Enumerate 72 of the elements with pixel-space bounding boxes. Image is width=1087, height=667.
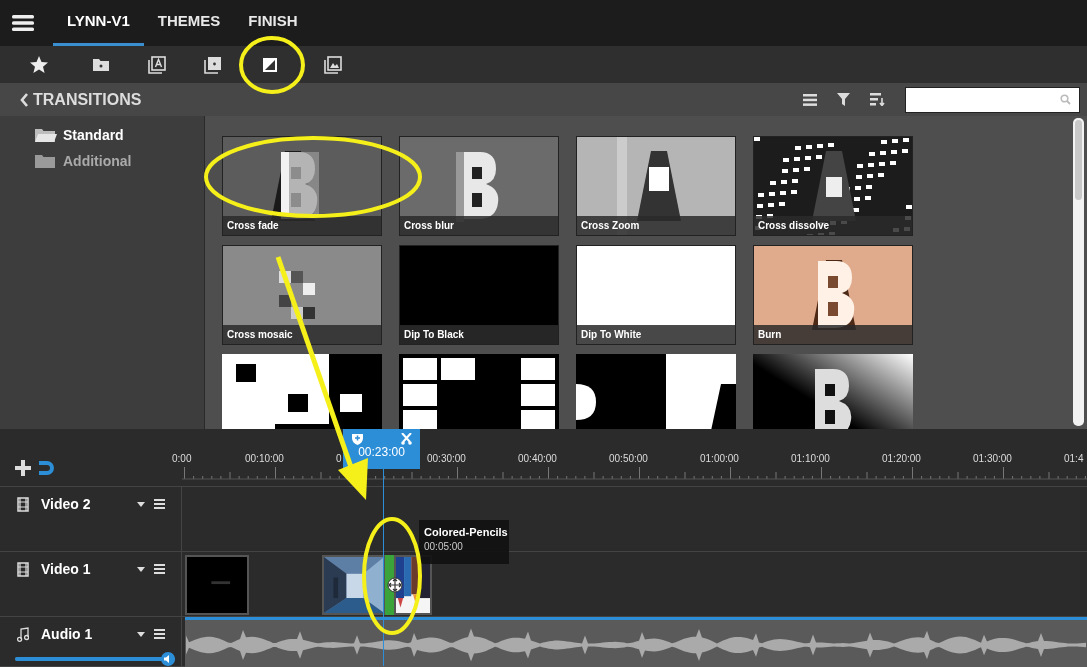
back-chevron-icon[interactable] (20, 92, 29, 107)
tab[interactable]: THEMES (143, 0, 235, 46)
menu-icon[interactable] (154, 564, 165, 574)
track-name: Video 2 (41, 494, 91, 514)
tile-label: Cross dissolve (754, 216, 912, 235)
video-clip[interactable] (322, 555, 386, 615)
volume-slider[interactable] (15, 652, 175, 666)
time-label: 00:10:00 (245, 452, 284, 466)
time-label: 01:00:00 (700, 452, 739, 466)
music-note-icon (17, 626, 29, 642)
section-title: TRANSITIONS (33, 89, 142, 110)
shield-icon[interactable] (351, 433, 363, 445)
transition-tile[interactable]: Cross mosaic (222, 245, 382, 345)
open-folder-icon (35, 127, 57, 143)
highlight-ring (239, 36, 305, 94)
folder-item[interactable]: Additional (35, 151, 204, 171)
tile-label: Cross mosaic (223, 325, 381, 344)
scrollbar-thumb[interactable] (1075, 120, 1082, 200)
tile-label: Cross Zoom (577, 216, 735, 235)
caret-icon[interactable] (137, 631, 145, 637)
track-name: Video 1 (41, 559, 91, 579)
transition-tile[interactable]: Cross fade (222, 136, 382, 236)
film-icon (17, 561, 29, 577)
magnet-icon[interactable] (39, 460, 55, 476)
transition-tile[interactable]: Cross dissolve (753, 136, 913, 236)
scrollbar[interactable] (1073, 118, 1084, 426)
tile-label: Cross blur (400, 216, 558, 235)
tile-label: Dip To White (577, 325, 735, 344)
track-name: Audio 1 (41, 624, 93, 644)
text-layer-icon[interactable] (148, 55, 166, 74)
transition-tile[interactable]: Dip To Black (399, 245, 559, 345)
list-view-icon[interactable] (803, 93, 817, 106)
time-label: 01:20:00 (882, 452, 921, 466)
search-icon (1060, 94, 1071, 106)
film-icon (17, 496, 29, 512)
time-label: 00:50:00 (609, 452, 648, 466)
time-label: 00:30:00 (427, 452, 466, 466)
video-clip[interactable] (185, 555, 249, 615)
transition-tile[interactable]: Dip To White (576, 245, 736, 345)
scissors-icon[interactable] (400, 433, 412, 445)
image-stack-icon[interactable] (324, 55, 342, 74)
menu-icon[interactable] (154, 499, 165, 509)
menu-icon[interactable] (12, 14, 34, 32)
caret-icon[interactable] (137, 501, 145, 507)
tile-label: Dip To Black (400, 325, 558, 344)
time-label: 01:10:00 (791, 452, 830, 466)
star-icon[interactable] (30, 55, 48, 74)
tab[interactable]: FINISH (234, 0, 312, 46)
time-label: 0 (336, 452, 342, 466)
playhead-marker[interactable]: 00:23:00 (343, 429, 420, 469)
folder-icon (35, 153, 57, 169)
layers-icon[interactable] (204, 55, 222, 74)
volume-thumb[interactable] (161, 652, 175, 666)
time-label: 0:00 (172, 452, 192, 466)
move-cursor-icon (387, 577, 403, 593)
search-field[interactable] (905, 86, 1080, 113)
transition-tile[interactable]: Cross blur (399, 136, 559, 236)
caret-icon[interactable] (137, 566, 145, 572)
menu-icon[interactable] (154, 629, 165, 639)
transition-tile[interactable]: Burn (753, 245, 913, 345)
transition-tile[interactable]: Cross Zoom (576, 136, 736, 236)
time-label: 01:4 (1064, 452, 1084, 466)
tooltip: Colored-Pencils 00:05:00 (419, 520, 509, 564)
time-label: 01:30:00 (973, 452, 1012, 466)
tile-label: Burn (754, 325, 912, 344)
sort-icon[interactable] (870, 93, 885, 107)
filter-icon[interactable] (837, 93, 850, 107)
half-square-icon[interactable] (261, 55, 279, 74)
folder-item[interactable]: Standard (35, 125, 204, 145)
add-icon[interactable] (15, 460, 31, 476)
tile-label: Cross fade (223, 216, 381, 235)
time-label: 00:40:00 (518, 452, 557, 466)
